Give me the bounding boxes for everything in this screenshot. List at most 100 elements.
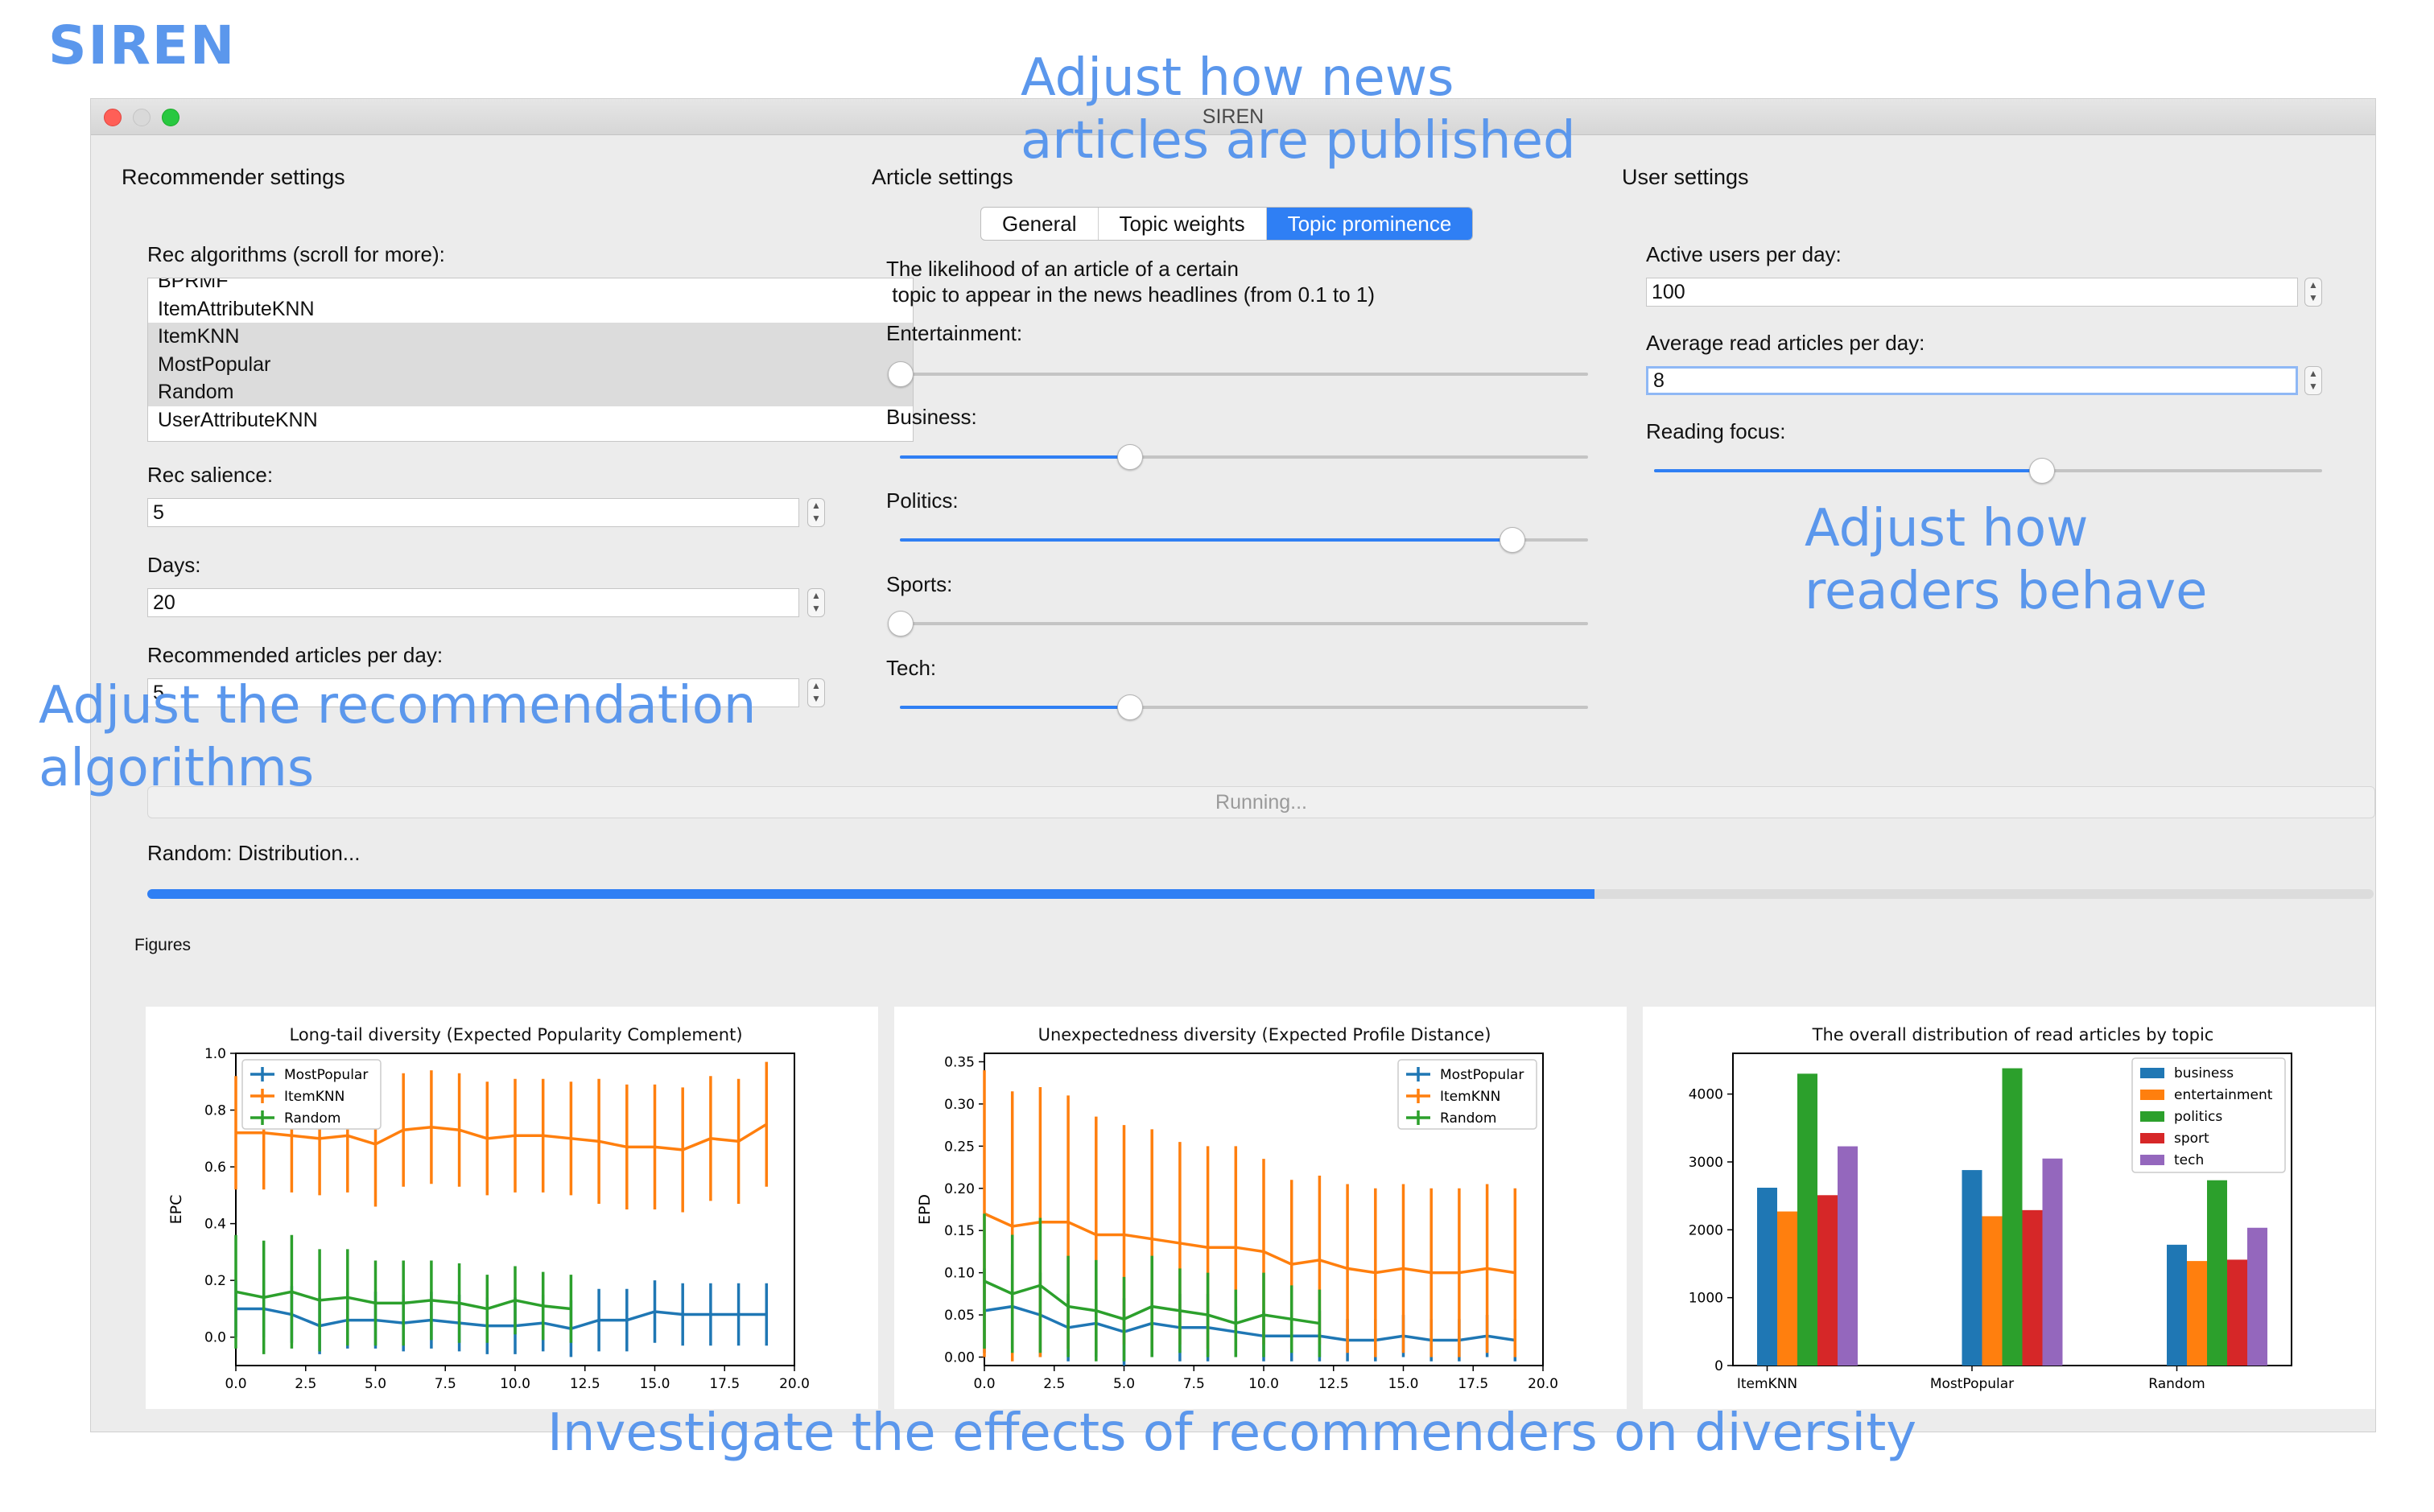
slider-politics[interactable] — [900, 527, 1588, 553]
slider-handle[interactable] — [888, 361, 914, 387]
annotation-algorithms-line1: Adjust the recommendation — [39, 676, 757, 735]
slider-handle[interactable] — [1500, 527, 1525, 553]
annotation-diversity: Investigate the effects of recommenders … — [547, 1403, 1917, 1463]
active-users-label: Active users per day: — [1646, 242, 1842, 266]
bar-tech-ItemKNN — [1838, 1146, 1858, 1366]
list-item[interactable]: BPRMF — [148, 278, 913, 295]
days-stepper[interactable]: ▲ ▼ — [807, 588, 825, 617]
slider-fill — [1654, 469, 2042, 472]
tab-general[interactable]: General — [981, 208, 1099, 240]
days-input[interactable]: 20 — [147, 588, 799, 617]
list-item[interactable]: ItemAttributeKNN — [148, 295, 913, 323]
annotation-readers-line2: readers behave — [1805, 562, 2208, 621]
bar-politics-ItemKNN — [1797, 1073, 1817, 1366]
bar-sport-MostPopular — [2022, 1209, 2043, 1366]
slider-handle[interactable] — [1116, 694, 1143, 720]
rec-algorithms-label: Rec algorithms (scroll for more): — [147, 242, 445, 266]
status-message: Random: Distribution... — [147, 841, 361, 865]
annotation-readers-line1: Adjust how — [1805, 499, 2089, 558]
slider-business[interactable] — [900, 444, 1588, 470]
progress-fill — [147, 889, 1594, 899]
slider-handle[interactable] — [888, 611, 914, 637]
rec-salience-label: Rec salience: — [147, 463, 274, 487]
bar-business-ItemKNN — [1757, 1188, 1777, 1366]
slider-tech[interactable] — [900, 694, 1588, 720]
slider-handle[interactable] — [2029, 458, 2056, 484]
y-tick-label: 0.10 — [944, 1266, 975, 1282]
rec-per-day-stepper[interactable]: ▲ ▼ — [807, 678, 825, 707]
bar-entertainment-ItemKNN — [1777, 1211, 1797, 1366]
active-users-stepper[interactable]: ▲ ▼ — [2304, 278, 2322, 307]
bar-entertainment-MostPopular — [1982, 1216, 2003, 1366]
legend-label: tech — [2174, 1152, 2204, 1168]
figure-epc: Long-tail diversity (Expected Popularity… — [146, 1007, 878, 1409]
list-item[interactable]: ItemKNN — [148, 323, 913, 351]
legend-swatch — [2140, 1155, 2164, 1165]
slider-fill — [900, 706, 1129, 709]
days-label: Days: — [147, 553, 201, 577]
bar-tech-Random — [2247, 1227, 2267, 1366]
y-axis-label: EPC — [167, 1195, 185, 1225]
x-tick-label: MostPopular — [1930, 1376, 2014, 1392]
app-window: SIREN Recommender settings Rec algorithm… — [90, 98, 2376, 1432]
avg-read-label: Average read articles per day: — [1646, 331, 1925, 355]
x-tick-label: 2.5 — [295, 1376, 316, 1392]
rec-algorithms-list[interactable]: BPRMF ItemAttributeKNN ItemKNN MostPopul… — [147, 278, 914, 442]
avg-read-stepper[interactable]: ▲ ▼ — [2304, 366, 2322, 395]
y-tick-label: 0.6 — [204, 1160, 226, 1176]
bar-politics-Random — [2207, 1180, 2227, 1366]
x-tick-label: 5.0 — [1113, 1376, 1135, 1392]
x-tick-label: 5.0 — [365, 1376, 386, 1392]
list-item[interactable]: MostPopular — [148, 350, 913, 378]
y-tick-label: 0.4 — [204, 1217, 226, 1233]
topic-distribution-chart: The overall distribution of read article… — [1689, 1025, 2292, 1392]
brand-logo: SIREN — [48, 14, 237, 76]
list-item[interactable]: Random — [148, 378, 913, 406]
x-tick-label: 17.5 — [709, 1376, 740, 1392]
slider-entertainment[interactable] — [888, 361, 1588, 387]
rec-salience-stepper[interactable]: ▲ ▼ — [807, 498, 825, 527]
x-tick-label: 12.5 — [570, 1376, 600, 1392]
tab-topic-weights[interactable]: Topic weights — [1099, 208, 1267, 240]
legend-label: sport — [2174, 1131, 2209, 1147]
legend-label: MostPopular — [284, 1067, 368, 1083]
run-button[interactable]: Running... — [147, 786, 2375, 818]
slider-fill — [900, 455, 1129, 459]
y-tick-label: 0.15 — [944, 1223, 975, 1239]
active-users-input[interactable]: 100 — [1646, 278, 2298, 307]
bar-business-MostPopular — [1962, 1170, 1982, 1366]
x-tick-label: 15.0 — [1388, 1376, 1419, 1392]
y-tick-label: 0.00 — [944, 1350, 975, 1366]
tab-topic-prominence[interactable]: Topic prominence — [1266, 208, 1473, 240]
legend-label: business — [2174, 1065, 2234, 1081]
slider-reading-focus[interactable] — [1654, 458, 2322, 484]
legend-label: Random — [284, 1110, 340, 1127]
x-tick-label: ItemKNN — [1737, 1376, 1797, 1392]
bar-sport-ItemKNN — [1817, 1195, 1838, 1366]
epd-chart: Unexpectedness diversity (Expected Profi… — [916, 1025, 1558, 1392]
y-tick-label: 2000 — [1689, 1222, 1723, 1238]
x-tick-label: 15.0 — [640, 1376, 670, 1392]
x-tick-label: 10.0 — [500, 1376, 530, 1392]
list-item[interactable]: UserAttributeKNN — [148, 406, 913, 435]
legend-swatch — [2140, 1090, 2164, 1100]
y-tick-label: 4000 — [1689, 1087, 1723, 1103]
slider-handle[interactable] — [1116, 444, 1143, 470]
figures-label: Figures — [134, 936, 192, 954]
rec-salience-input[interactable]: 5 — [147, 498, 799, 527]
figure-topic-distribution: The overall distribution of read article… — [1643, 1007, 2375, 1409]
slider-fill — [900, 538, 1512, 542]
slider-label-politics: Politics: — [886, 488, 959, 513]
avg-read-input[interactable]: 8 — [1646, 366, 2298, 395]
y-tick-label: 0.0 — [204, 1330, 226, 1346]
y-tick-label: 0.35 — [944, 1054, 975, 1070]
y-tick-label: 0.25 — [944, 1139, 975, 1155]
article-settings-title: Article settings — [872, 165, 1013, 189]
chart-title: Long-tail diversity (Expected Popularity… — [289, 1025, 742, 1044]
rec-per-day-label: Recommended articles per day: — [147, 643, 443, 667]
y-tick-label: 1.0 — [204, 1046, 226, 1062]
slider-sports[interactable] — [888, 611, 1588, 637]
x-tick-label: 20.0 — [1528, 1376, 1558, 1392]
progress-bar — [147, 889, 2374, 899]
slider-label-business: Business: — [886, 405, 977, 429]
